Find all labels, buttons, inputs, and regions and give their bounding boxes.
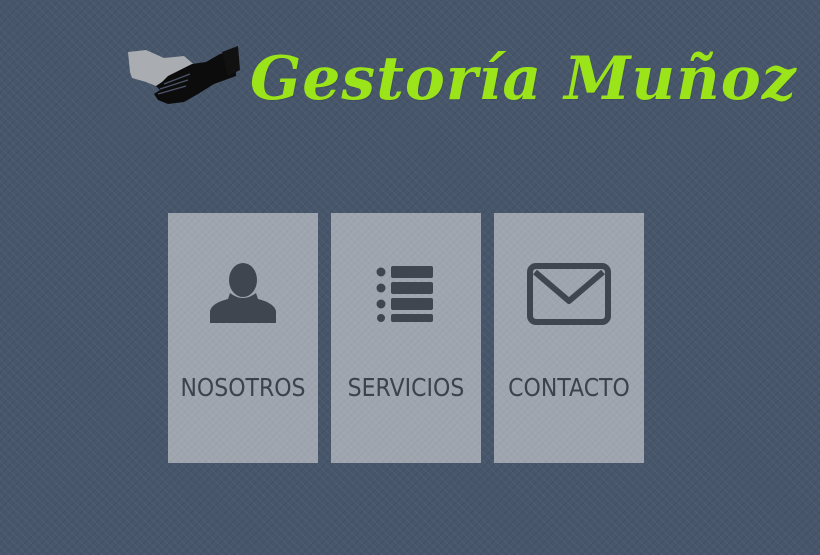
handshake-icon[interactable] bbox=[128, 42, 240, 112]
nosotros-label: NOSOTROS bbox=[180, 373, 306, 402]
list-icon bbox=[331, 259, 481, 329]
site-header: Gestoría Muñoz bbox=[128, 38, 796, 128]
contacto-tile[interactable]: CONTACTO bbox=[494, 213, 644, 463]
nosotros-tile[interactable]: NOSOTROS bbox=[168, 213, 318, 463]
envelope-icon bbox=[494, 259, 644, 329]
servicios-label: SERVICIOS bbox=[347, 373, 465, 402]
servicios-tile[interactable]: SERVICIOS bbox=[331, 213, 481, 463]
site-title: Gestoría Muñoz bbox=[250, 44, 797, 114]
main-menu: NOSOTROS SERVICIOS CONTACTO bbox=[168, 213, 644, 463]
contacto-label: CONTACTO bbox=[508, 373, 630, 402]
person-icon bbox=[168, 259, 318, 329]
